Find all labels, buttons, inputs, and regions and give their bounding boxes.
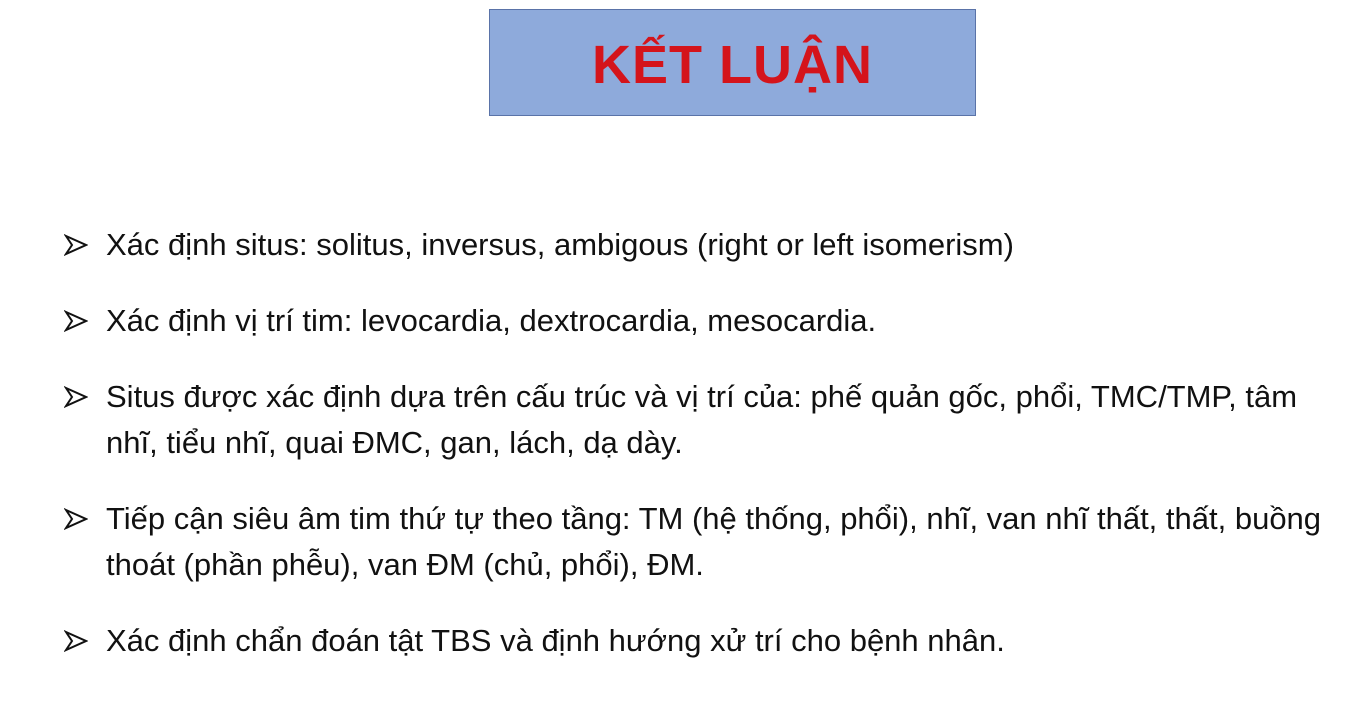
bullet-text: Xác định chẩn đoán tật TBS và định hướng… — [106, 623, 1005, 658]
arrowhead-bullet-icon — [64, 496, 94, 542]
bullet-item: Situs được xác định dựa trên cấu trúc và… — [64, 374, 1334, 466]
bullet-text: Tiếp cận siêu âm tim thứ tự theo tầng: T… — [106, 501, 1322, 582]
bullet-item: Xác định situs: solitus, inversus, ambig… — [64, 222, 1334, 268]
arrowhead-bullet-icon — [64, 298, 94, 344]
arrowhead-bullet-icon — [64, 374, 94, 420]
bullet-text: Xác định situs: solitus, inversus, ambig… — [106, 227, 1014, 262]
bullet-list: Xác định situs: solitus, inversus, ambig… — [64, 222, 1334, 694]
arrowhead-bullet-icon — [64, 618, 94, 664]
arrowhead-bullet-icon — [64, 222, 94, 268]
bullet-text: Xác định vị trí tim: levocardia, dextroc… — [106, 303, 877, 338]
bullet-item: Xác định vị trí tim: levocardia, dextroc… — [64, 298, 1334, 344]
title-banner: KẾT LUẬN — [489, 9, 976, 116]
bullet-text: Situs được xác định dựa trên cấu trúc và… — [106, 379, 1298, 460]
bullet-item: Xác định chẩn đoán tật TBS và định hướng… — [64, 618, 1334, 664]
slide-title: KẾT LUẬN — [592, 34, 873, 95]
bullet-item: Tiếp cận siêu âm tim thứ tự theo tầng: T… — [64, 496, 1334, 588]
